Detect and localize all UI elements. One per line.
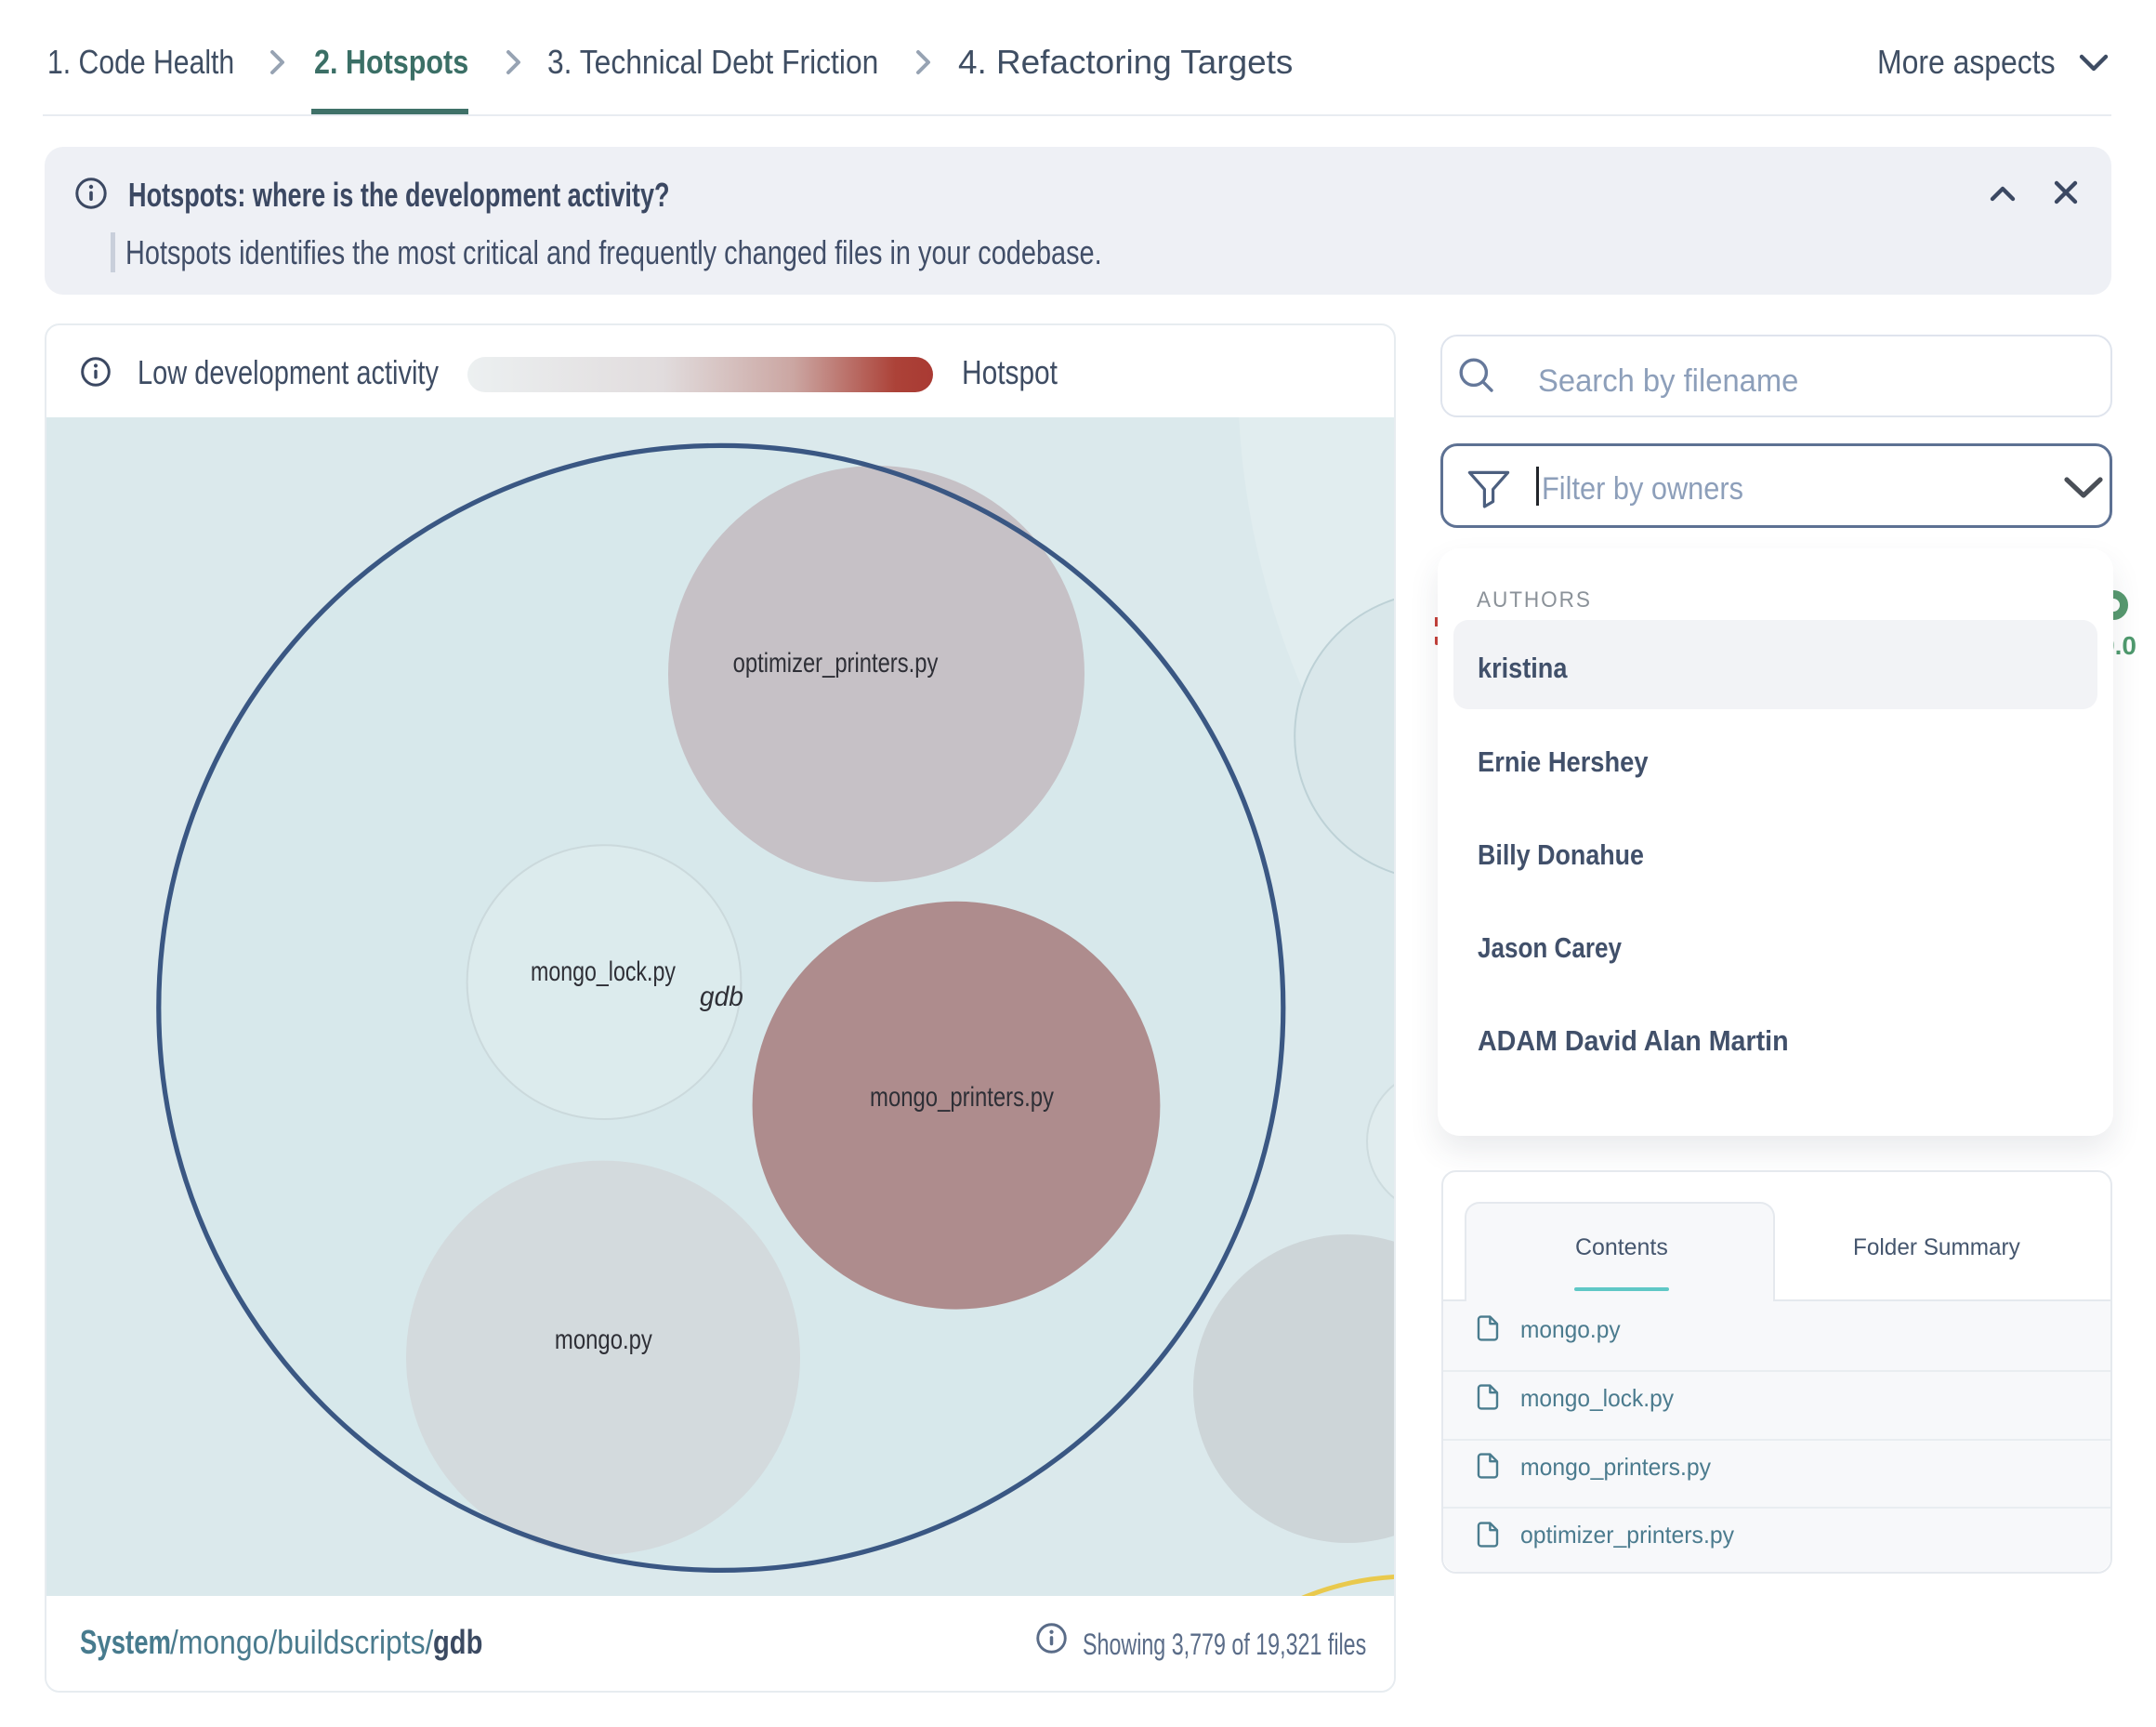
svg-text:optimizer_printers.py: optimizer_printers.py bbox=[733, 646, 939, 678]
svg-text:mongo.py: mongo.py bbox=[555, 1323, 652, 1354]
svg-text:gdb: gdb bbox=[700, 982, 743, 1012]
svg-text:mongo_lock.py: mongo_lock.py bbox=[531, 956, 676, 987]
svg-text:mongo_printers.py: mongo_printers.py bbox=[870, 1080, 1054, 1112]
